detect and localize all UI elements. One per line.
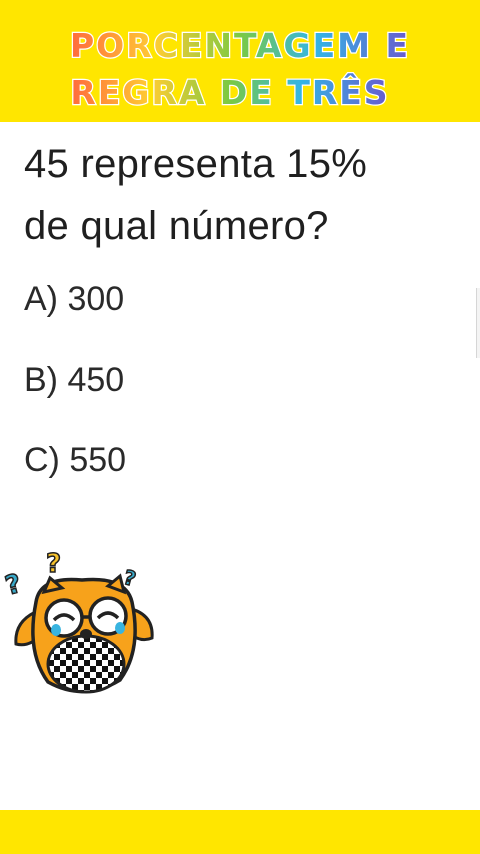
confused-owl-icon: ? ? ? <box>2 548 154 694</box>
question-mark-icon: ? <box>2 569 24 602</box>
option-b[interactable]: B) 450 <box>24 360 124 400</box>
title-line-1: PORCENTAGEM E <box>70 26 410 65</box>
title-line-2: REGRA DE TRÊS <box>70 72 389 112</box>
question-text: 45 representa 15% de qual número? <box>24 133 464 257</box>
footer-bar <box>0 810 480 854</box>
option-a[interactable]: A) 300 <box>24 279 124 319</box>
question-line-1: 45 representa 15% <box>24 142 368 186</box>
side-scroll-handle[interactable] <box>476 288 480 358</box>
option-c[interactable]: C) 550 <box>24 440 126 480</box>
question-line-2: de qual número? <box>24 204 329 248</box>
title-banner: PORCENTAGEM E REGRA DE TRÊS <box>69 25 410 114</box>
question-mark-icon: ? <box>46 549 61 579</box>
